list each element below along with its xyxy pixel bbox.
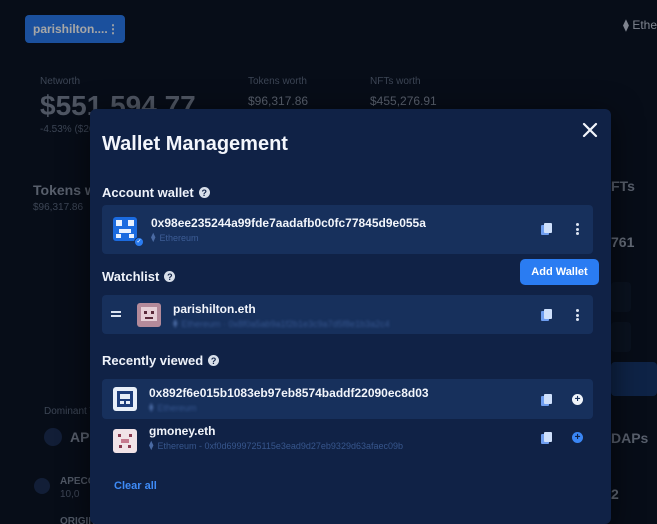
add-to-watchlist-icon[interactable]: + bbox=[572, 432, 583, 443]
modal-title: Wallet Management bbox=[102, 133, 288, 155]
watchlist-row[interactable]: parishilton.eth ⧫ Ethereum · 0x8f0a5ab9a… bbox=[102, 295, 593, 334]
recent-wallet-sub-text: Ethereum bbox=[157, 402, 197, 413]
ethereum-icon: ⧫ bbox=[149, 402, 154, 412]
account-wallet-chain: ⧫ Ethereum bbox=[151, 232, 198, 243]
watchlist-wallet-sub-text: Ethereum · 0x8f0a5ab9a1f2b1e3c9a7d5f8e1b… bbox=[181, 318, 390, 329]
ethereum-icon: ⧫ bbox=[149, 440, 154, 450]
account-avatar bbox=[113, 217, 137, 241]
watchlist-wallet-name: parishilton.eth bbox=[173, 302, 256, 316]
recent-wallet-address: 0x892f6e015b1083eb97eb8574baddf22090ec8d… bbox=[149, 386, 429, 400]
drag-handle-icon[interactable] bbox=[111, 311, 121, 317]
copy-icon[interactable] bbox=[540, 393, 554, 407]
more-options-icon[interactable] bbox=[574, 222, 580, 236]
recent-wallet-row[interactable]: gmoney.eth ⧫ Ethereum - 0xf0d6999725115e… bbox=[102, 421, 593, 461]
account-wallet-heading: Account wallet ? bbox=[102, 185, 210, 200]
recently-viewed-label: Recently viewed bbox=[102, 353, 204, 368]
recent-wallet-sub-text: Ethereum - 0xf0d6999725115e3ead9d27eb932… bbox=[157, 440, 404, 451]
recent-wallet-avatar bbox=[113, 429, 137, 453]
account-wallet-label: Account wallet bbox=[102, 185, 194, 200]
wallet-management-modal: Wallet Management Account wallet ? ✓ 0x9… bbox=[90, 109, 611, 524]
copy-icon[interactable] bbox=[540, 431, 554, 445]
recent-wallet-sub: ⧫ Ethereum bbox=[149, 402, 196, 413]
recent-wallet-row[interactable]: 0x892f6e015b1083eb97eb8574baddf22090ec8d… bbox=[102, 379, 593, 419]
account-wallet-chain-label: Ethereum bbox=[159, 232, 199, 243]
copy-icon[interactable] bbox=[540, 308, 554, 322]
verified-check-icon: ✓ bbox=[134, 237, 144, 247]
watchlist-wallet-sub: ⧫ Ethereum · 0x8f0a5ab9a1f2b1e3c9a7d5f8e… bbox=[173, 318, 390, 329]
ethereum-icon: ⧫ bbox=[173, 318, 178, 328]
more-options-icon[interactable] bbox=[574, 308, 580, 322]
help-icon[interactable]: ? bbox=[208, 355, 220, 366]
account-wallet-address: 0x98ee235244a99fde7aadafb0c0fc77845d9e05… bbox=[151, 216, 426, 230]
close-icon[interactable] bbox=[581, 121, 599, 139]
clear-all-link[interactable]: Clear all bbox=[114, 480, 157, 492]
watchlist-avatar bbox=[137, 303, 161, 327]
copy-icon[interactable] bbox=[540, 222, 554, 236]
add-to-watchlist-icon[interactable]: + bbox=[572, 394, 583, 405]
recent-wallet-sub: ⧫ Ethereum - 0xf0d6999725115e3ead9d27eb9… bbox=[149, 440, 403, 451]
recent-wallet-avatar bbox=[113, 387, 137, 411]
help-icon[interactable]: ? bbox=[198, 187, 210, 198]
add-wallet-button[interactable]: Add Wallet bbox=[520, 259, 599, 285]
watchlist-heading: Watchlist ? bbox=[102, 269, 176, 284]
watchlist-label: Watchlist bbox=[102, 269, 160, 284]
account-wallet-row[interactable]: ✓ 0x98ee235244a99fde7aadafb0c0fc77845d9e… bbox=[102, 205, 593, 254]
ethereum-icon: ⧫ bbox=[151, 232, 156, 242]
help-icon[interactable]: ? bbox=[164, 271, 176, 282]
recently-viewed-heading: Recently viewed ? bbox=[102, 353, 220, 368]
recent-wallet-name: gmoney.eth bbox=[149, 424, 216, 438]
